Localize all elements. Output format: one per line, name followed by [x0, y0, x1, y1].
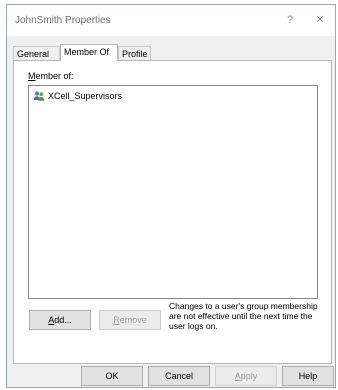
- tab-general[interactable]: General: [13, 46, 60, 60]
- properties-dialog: JohnSmith Properties ? ✕ General Member …: [6, 4, 336, 388]
- membership-note: Changes to a user's group membership are…: [169, 301, 318, 331]
- apply-button[interactable]: Apply: [215, 366, 277, 386]
- remove-button[interactable]: Remove: [99, 310, 161, 330]
- add-button[interactable]: Add...: [29, 310, 91, 330]
- group-icon: [33, 90, 45, 102]
- member-of-list[interactable]: XCell_Supervisors: [28, 85, 318, 299]
- member-of-label: Member of:: [28, 71, 74, 81]
- help-button[interactable]: Help: [282, 366, 334, 386]
- help-title-button[interactable]: ?: [280, 11, 300, 29]
- dialog-client-area: General Member Of Profile Member of: XCe…: [7, 36, 335, 387]
- title-bar[interactable]: JohnSmith Properties ? ✕: [7, 5, 335, 35]
- group-name: XCell_Supervisors: [48, 91, 123, 101]
- tab-member-of[interactable]: Member Of: [60, 44, 118, 61]
- window-title: JohnSmith Properties: [15, 15, 111, 26]
- list-item[interactable]: XCell_Supervisors: [33, 89, 122, 103]
- close-button[interactable]: ✕: [310, 11, 330, 29]
- tab-profile[interactable]: Profile: [118, 46, 151, 60]
- ok-button[interactable]: OK: [81, 366, 143, 386]
- tab-strip: General Member Of Profile: [13, 44, 333, 61]
- cancel-button[interactable]: Cancel: [148, 366, 210, 386]
- member-of-panel: Member of: XCell_Supervisors Add... Remo…: [13, 60, 332, 364]
